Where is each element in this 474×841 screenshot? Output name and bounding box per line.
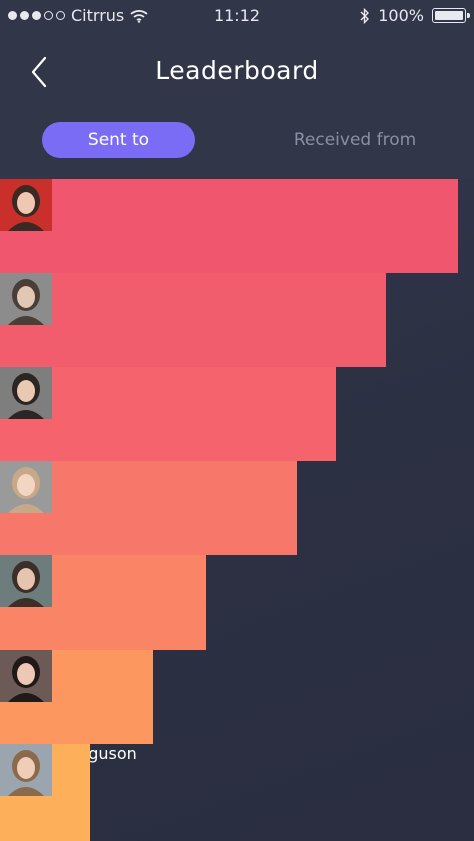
tab-sent-to[interactable]: Sent to xyxy=(42,122,195,158)
user-avatar[interactable] xyxy=(0,555,52,611)
user-avatar[interactable] xyxy=(0,273,52,329)
user-avatar[interactable] xyxy=(0,744,52,800)
status-right: 100% xyxy=(360,6,470,25)
user-avatar[interactable] xyxy=(0,461,52,517)
leaderboard-row[interactable]: Marilyn Ferguson$25.00 xyxy=(0,744,474,841)
leaderboard-row[interactable]: Jessica Choi$50.00 xyxy=(0,650,474,744)
leaderboard-screen: Citrrus 11:12 100% Leaderboard Sent to R… xyxy=(0,0,474,841)
bluetooth-icon xyxy=(360,7,370,24)
tab-received-from[interactable]: Received from xyxy=(282,122,428,158)
user-avatar[interactable] xyxy=(0,650,52,706)
battery-icon xyxy=(432,8,470,23)
leaderboard-bar xyxy=(0,179,458,273)
header: Leaderboard Sent to Received from xyxy=(0,32,474,179)
leaderboard-row[interactable]: Ruth Greene$130.00 xyxy=(0,367,474,461)
leaderboard-row[interactable]: Tiffany Hamilton$80.00 xyxy=(0,555,474,650)
leaderboard-row[interactable]: Kathy Freeman$105.00 xyxy=(0,461,474,555)
battery-percentage: 100% xyxy=(378,6,424,25)
leaderboard-row[interactable]: Aragaki Yui$180.00 xyxy=(0,179,474,273)
leaderboard-bar xyxy=(0,273,386,367)
status-bar: Citrrus 11:12 100% xyxy=(0,0,474,32)
user-avatar[interactable] xyxy=(0,367,52,423)
user-avatar[interactable] xyxy=(0,179,52,235)
leaderboard-row[interactable]: Emma Holmes$160.00 xyxy=(0,273,474,367)
page-title: Leaderboard xyxy=(155,56,319,85)
